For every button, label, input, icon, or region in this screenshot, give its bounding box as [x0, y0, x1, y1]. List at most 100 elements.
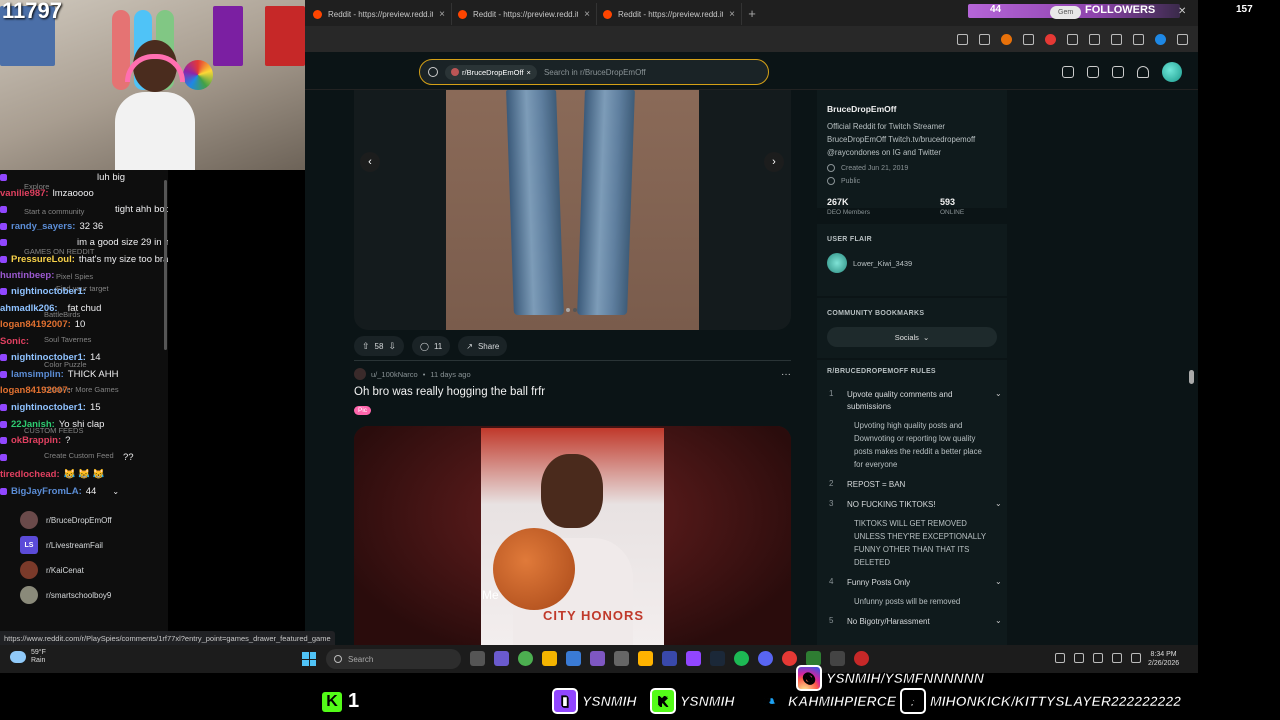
upvote-icon[interactable]: ⇧: [362, 341, 370, 352]
chat-scrollbar[interactable]: [164, 180, 167, 350]
chrome-icon[interactable]: [518, 651, 533, 666]
share-button[interactable]: ↗ Share: [458, 336, 508, 356]
author-avatar[interactable]: [354, 368, 366, 380]
app-icon[interactable]: [590, 651, 605, 666]
app-icon[interactable]: [638, 651, 653, 666]
chat-username[interactable]: huntinbeep:: [0, 270, 54, 281]
extension-icon[interactable]: [1023, 33, 1034, 45]
downvote-icon[interactable]: ⇩: [388, 341, 396, 352]
profile-icon[interactable]: [1155, 33, 1166, 45]
extension-icon[interactable]: [1067, 33, 1078, 45]
store-icon[interactable]: [566, 651, 581, 666]
bookmark-star-icon[interactable]: [979, 33, 990, 45]
steam-icon[interactable]: [710, 651, 725, 666]
comments-button[interactable]: ◯ 11: [412, 336, 451, 356]
discord-icon[interactable]: [758, 651, 773, 666]
taskbar-clock[interactable]: 8:34 PM 2/26/2026: [1148, 650, 1179, 668]
chevron-down-icon[interactable]: ⌄: [995, 389, 1007, 398]
more-options-icon[interactable]: ···: [781, 369, 791, 380]
chat-username[interactable]: ahmadlk206:: [0, 303, 58, 314]
taskbar-search[interactable]: Search: [326, 649, 461, 669]
extension-icon[interactable]: [1001, 33, 1012, 45]
search-input[interactable]: r/BruceDropEmOff × Search in r/BruceDropE…: [419, 59, 769, 85]
mic-icon[interactable]: [1093, 653, 1103, 663]
gallery-prev-button[interactable]: ‹: [360, 152, 380, 172]
windows-start-icon[interactable]: [302, 652, 316, 666]
page-scrollbar[interactable]: [1189, 370, 1194, 384]
extensions-puzzle-icon[interactable]: [1089, 33, 1100, 45]
weather-widget[interactable]: 59°F Rain: [10, 649, 46, 665]
gallery-next-button[interactable]: ›: [764, 152, 784, 172]
chat-username[interactable]: nightinoctober1:: [11, 352, 86, 363]
advertise-icon[interactable]: [1062, 66, 1074, 78]
chevron-up-icon[interactable]: [1055, 653, 1065, 663]
app-icon[interactable]: [614, 651, 629, 666]
post-author[interactable]: u/_100kNarco: [371, 370, 418, 379]
socials-button[interactable]: Socials ⌄: [827, 327, 997, 347]
post-image[interactable]: CITY HONORS Me: [354, 426, 791, 645]
copilot-icon[interactable]: [494, 651, 509, 666]
browser-tab[interactable]: Reddit - https://preview.redd.it ×: [452, 3, 597, 25]
app-icon[interactable]: [662, 651, 677, 666]
chat-username[interactable]: lamsimplin:: [11, 369, 64, 380]
task-view-icon[interactable]: [470, 651, 485, 666]
twitch-app-icon[interactable]: [686, 651, 701, 666]
rule-item[interactable]: 4 Funny Posts Only ⌄: [817, 573, 1007, 593]
app-icon[interactable]: [806, 651, 821, 666]
file-explorer-icon[interactable]: [542, 651, 557, 666]
tray-icon[interactable]: [1074, 653, 1084, 663]
chevron-down-icon[interactable]: ⌄: [112, 487, 119, 496]
rule-item[interactable]: 2 REPOST = BAN: [817, 475, 1007, 495]
rule-item[interactable]: 3 NO FUCKING TIKTOKS! ⌄: [817, 495, 1007, 515]
remove-chip-icon[interactable]: ×: [527, 68, 531, 77]
sidebar-subreddit[interactable]: r/smartschoolboy9: [20, 586, 111, 604]
chat-username[interactable]: nightinoctober1:: [11, 402, 86, 413]
chat-username[interactable]: vanilie987:: [0, 188, 49, 199]
sidebar-subreddit[interactable]: LS r/LivestreamFail: [20, 536, 103, 554]
post-title[interactable]: Oh bro was really hogging the ball frfr: [354, 386, 545, 398]
chat-username[interactable]: okBrappin:: [11, 435, 61, 446]
close-tab-icon[interactable]: ×: [729, 9, 735, 20]
extension-icon[interactable]: [1045, 33, 1056, 45]
rule-item[interactable]: 1 Upvote quality comments and submissions…: [817, 385, 1007, 417]
post-gallery[interactable]: ‹ ›: [354, 90, 791, 330]
chat-username[interactable]: BigJayFromLA:: [11, 486, 82, 497]
chat-username[interactable]: logan84192007:: [0, 319, 71, 330]
chat-username[interactable]: tiredlochead:: [0, 469, 60, 480]
cast-icon[interactable]: [957, 33, 968, 45]
downloads-icon[interactable]: [1133, 33, 1144, 45]
close-icon[interactable]: ✕: [1178, 6, 1186, 17]
chevron-down-icon[interactable]: ⌄: [995, 577, 1007, 586]
sidebar-subreddit[interactable]: r/BruceDropEmOff: [20, 511, 112, 529]
create-post-icon[interactable]: [1112, 66, 1124, 78]
rule-item[interactable]: 5 No Bigotry/Harassment ⌄: [817, 612, 1007, 632]
obs-icon[interactable]: [782, 651, 797, 666]
sidebar-subreddit[interactable]: r/KaiCenat: [20, 561, 84, 579]
reddit-menu-game[interactable]: Pixel Spies: [56, 272, 93, 281]
browser-tab[interactable]: Reddit - https://preview.redd.it ×: [307, 3, 452, 25]
volume-icon[interactable]: [1131, 653, 1141, 663]
chat-username[interactable]: Sonic:: [0, 336, 29, 347]
app-icon[interactable]: [854, 651, 869, 666]
sidebar-icon[interactable]: [1111, 33, 1122, 45]
chat-username[interactable]: logan84192007:: [0, 385, 71, 396]
chat-username[interactable]: nightinoctober1:: [11, 286, 86, 297]
user-avatar[interactable]: [1162, 62, 1182, 82]
subreddit-chip[interactable]: r/BruceDropEmOff ×: [445, 64, 537, 80]
spotify-icon[interactable]: [734, 651, 749, 666]
notification-bell-icon[interactable]: [1137, 66, 1149, 78]
chat-icon[interactable]: [1087, 66, 1099, 78]
wifi-icon[interactable]: [1112, 653, 1122, 663]
menu-icon[interactable]: [1177, 33, 1188, 45]
close-tab-icon[interactable]: ×: [439, 9, 445, 20]
close-tab-icon[interactable]: ×: [584, 9, 590, 20]
chevron-down-icon[interactable]: ⌄: [995, 499, 1007, 508]
chat-username[interactable]: randy_sayers:: [11, 221, 75, 232]
chat-username[interactable]: PressureLoul:: [11, 254, 75, 265]
browser-tab[interactable]: Reddit - https://preview.redd.it ×: [597, 3, 742, 25]
chat-username[interactable]: 22Janish:: [11, 419, 55, 430]
chevron-down-icon[interactable]: ⌄: [995, 616, 1007, 625]
user-flair-row[interactable]: Lower_Kiwi_3439: [827, 253, 997, 273]
reddit-menu-game[interactable]: Soul Tavernes: [44, 335, 91, 344]
new-tab-button[interactable]: +: [742, 6, 762, 21]
